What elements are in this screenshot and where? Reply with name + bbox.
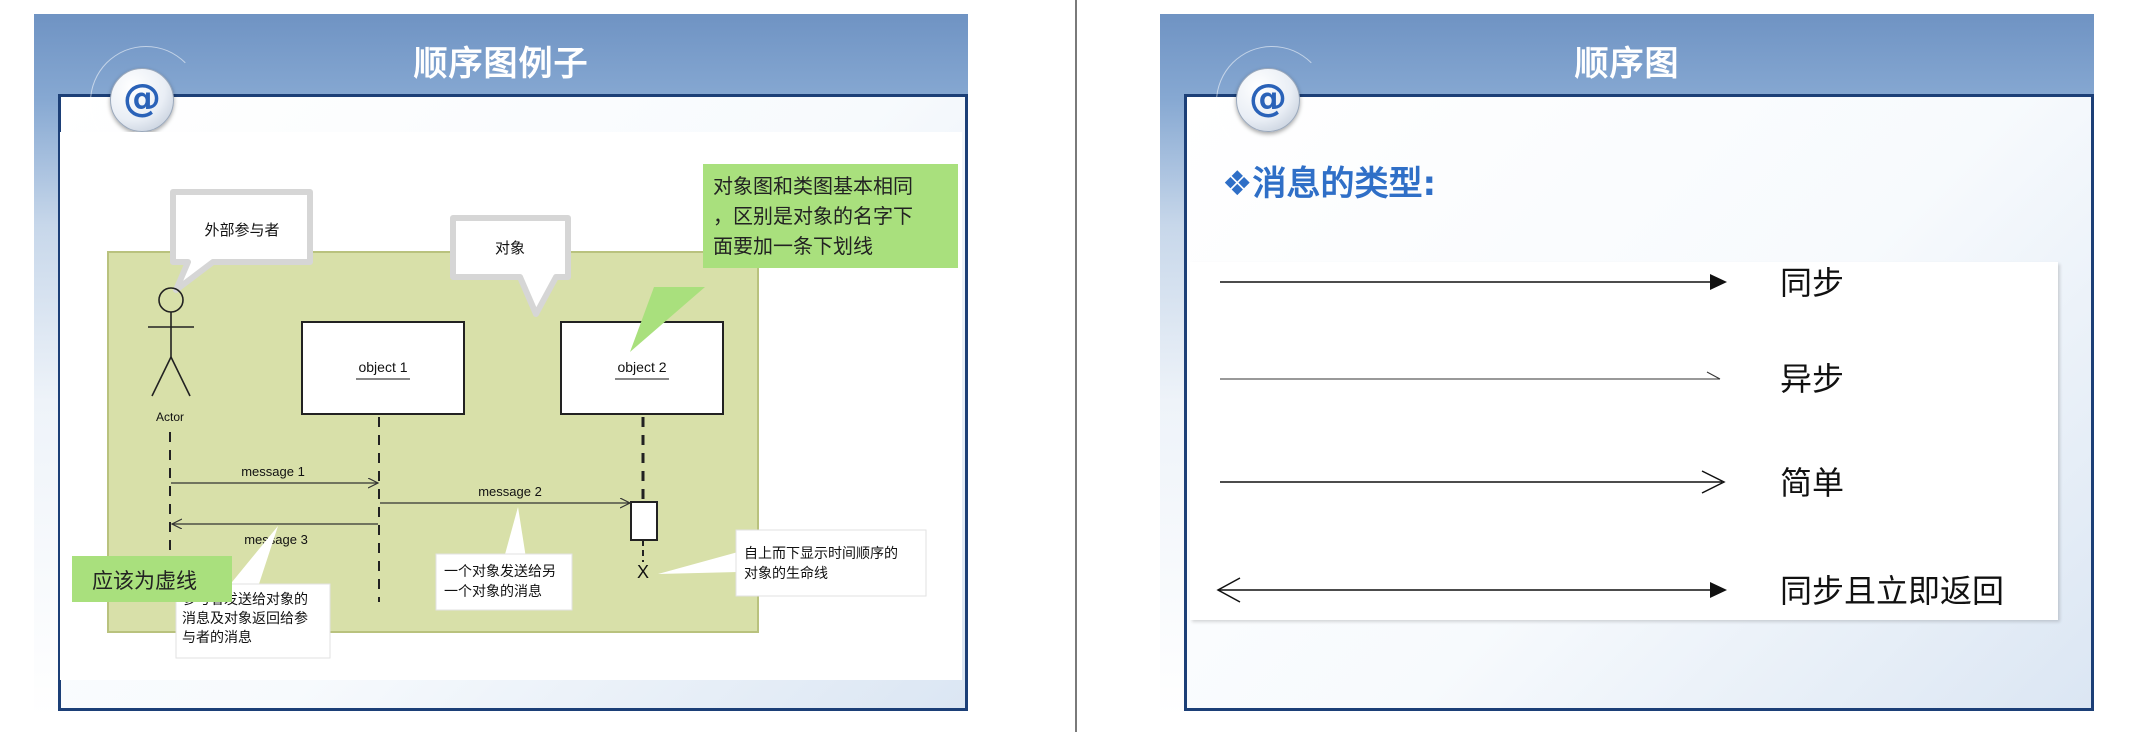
object-1-label: object 1 <box>358 359 407 375</box>
message-1-label: message 1 <box>241 464 305 479</box>
slide-title: 顺序图例子 <box>413 44 589 84</box>
note-actor-messages-line-3: 与者的消息 <box>182 629 252 645</box>
note-dashed-line: 应该为虚线 <box>72 556 232 602</box>
note-underline-line-1: 对象图和类图基本相同 <box>713 175 913 198</box>
slide-divider <box>1075 0 1077 732</box>
message-types-panel: 同步 异步 简单 同步且立即返回 <box>1190 262 2058 620</box>
message-type-label: 同步且立即返回 <box>1780 572 2004 610</box>
actor-label: Actor <box>156 410 184 424</box>
note-actor-messages-line-2: 消息及对象返回给参 <box>182 610 308 626</box>
message-type-label: 异步 <box>1780 360 1844 398</box>
note-dashed-line-text: 应该为虚线 <box>92 570 197 593</box>
callout-actor-text: 外部参与者 <box>204 222 279 239</box>
sync-return-arrow-head <box>1710 582 1727 598</box>
message-2-label: message 2 <box>478 484 542 499</box>
object-2-label: object 2 <box>617 359 666 375</box>
note-underline-line-3: 面要加一条下划线 <box>713 235 873 258</box>
lifeline-end-mark: X <box>637 562 649 582</box>
message-type-label: 简单 <box>1780 464 1844 502</box>
note-lifeline-line-1: 自上而下显示时间顺序的 <box>744 545 898 561</box>
message-types-heading: ❖消息的类型: <box>1222 164 1437 204</box>
note-object-message-line-1: 一个对象发送给另 <box>444 563 556 579</box>
activation-bar <box>630 501 658 541</box>
note-object-message-line-2: 一个对象的消息 <box>444 583 542 599</box>
note-underline-line-2: ，区别是对象的名字下 <box>713 205 913 228</box>
asynchronous-arrow-head <box>1706 371 1721 380</box>
sequence-diagram-example: 外部参与者 对象 Actor object 1 object 2 X messa… <box>58 112 962 684</box>
message-type-label: 同步 <box>1780 264 1844 302</box>
callout-object-text: 对象 <box>495 240 525 257</box>
synchronous-arrow-head <box>1710 274 1727 290</box>
slide-title: 顺序图 <box>1574 44 1680 84</box>
message-3-label: message 3 <box>244 532 308 547</box>
note-lifeline-line-2: 对象的生命线 <box>744 565 828 581</box>
